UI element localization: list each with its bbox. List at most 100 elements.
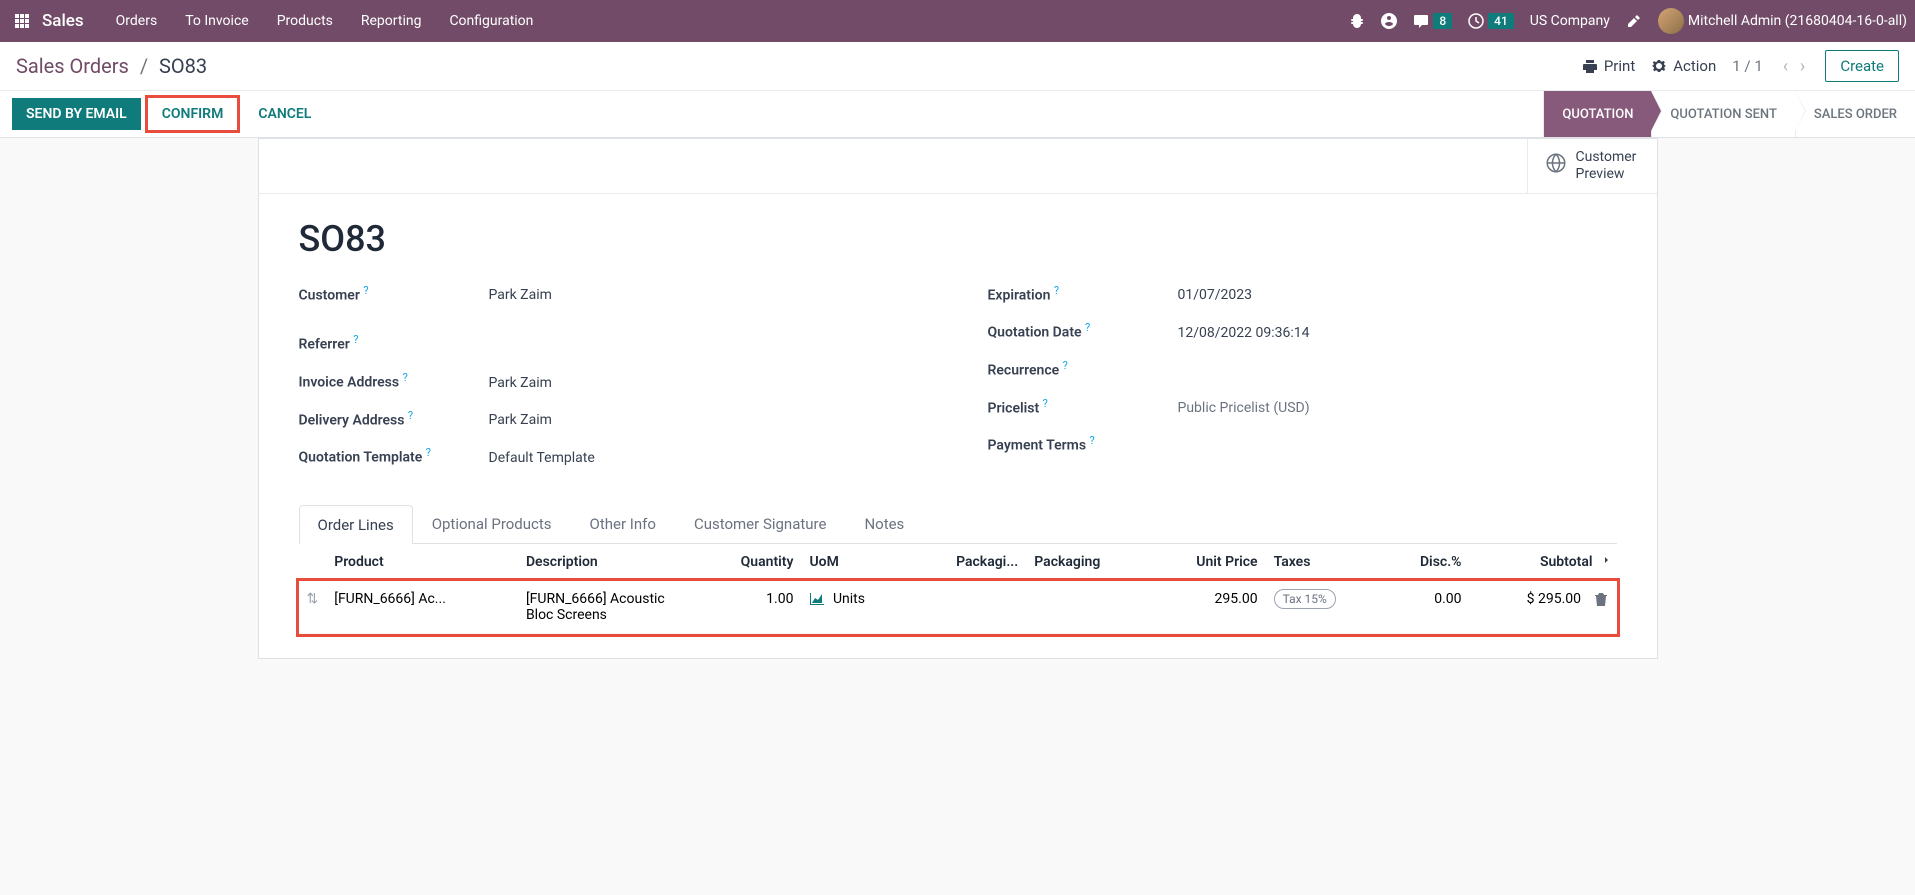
cell-subtotal[interactable]: $ 295.00 (1470, 581, 1617, 634)
messages-badge: 8 (1433, 13, 1452, 29)
value-pricelist[interactable]: Public Pricelist (USD) (1178, 400, 1310, 416)
label-pricelist: Pricelist (988, 400, 1040, 416)
company-switcher[interactable]: US Company (1530, 13, 1610, 29)
tab-optional-products[interactable]: Optional Products (413, 504, 571, 543)
cell-description[interactable]: [FURN_6666] Acoustic Bloc Screens (518, 581, 698, 634)
label-invoice-address: Invoice Address (299, 375, 400, 391)
tab-notes[interactable]: Notes (845, 504, 923, 543)
th-packaging-qty[interactable]: Packagi... (909, 544, 1026, 581)
value-customer[interactable]: Park Zaim (489, 287, 552, 303)
gear-icon (1651, 58, 1667, 74)
th-product[interactable]: Product (326, 544, 518, 581)
order-lines-table: Product Description Quantity UoM Packagi… (299, 544, 1617, 634)
help-icon[interactable]: ? (1085, 321, 1090, 334)
th-packaging[interactable]: Packaging (1026, 544, 1149, 581)
status-sales-order[interactable]: Sales Order (1795, 91, 1915, 137)
column-options-icon[interactable] (1593, 554, 1609, 570)
th-description[interactable]: Description (518, 544, 698, 581)
user-menu[interactable]: Mitchell Admin (21680404-16-0-all) (1658, 8, 1907, 34)
app-brand[interactable]: Sales (42, 11, 84, 31)
confirm-button[interactable]: Confirm (145, 95, 241, 133)
breadcrumb-sep: / (140, 54, 148, 78)
help-icon[interactable]: ? (1063, 359, 1068, 372)
action-button[interactable]: Action (1651, 57, 1716, 75)
tab-customer-signature[interactable]: Customer Signature (675, 504, 846, 543)
th-disc[interactable]: Disc.% (1383, 544, 1469, 581)
cell-uom[interactable]: Units (801, 581, 908, 634)
cell-packaging[interactable] (1026, 581, 1149, 634)
label-referrer: Referrer (299, 337, 350, 353)
cell-product[interactable]: [FURN_6666] Ac... (326, 581, 518, 634)
value-invoice-address[interactable]: Park Zaim (489, 375, 552, 391)
cell-taxes[interactable]: Tax 15% (1266, 581, 1383, 634)
help-icon[interactable]: ? (1054, 284, 1059, 297)
apps-menu-icon[interactable] (8, 7, 36, 35)
table-row[interactable]: ⇅ [FURN_6666] Ac... [FURN_6666] Acoustic… (299, 581, 1617, 634)
tabs: Order Lines Optional Products Other Info… (299, 504, 1617, 544)
label-quotation-date: Quotation Date (988, 325, 1082, 341)
status-quotation-sent[interactable]: Quotation Sent (1651, 91, 1794, 137)
globe-icon (1546, 153, 1566, 178)
action-label: Action (1673, 57, 1716, 75)
label-delivery-address: Delivery Address (299, 412, 405, 428)
status-quotation[interactable]: Quotation (1543, 91, 1651, 137)
create-button[interactable]: Create (1825, 50, 1899, 82)
value-quotation-template[interactable]: Default Template (489, 450, 595, 466)
pager-count[interactable]: 1 / 1 (1732, 57, 1763, 75)
support-icon[interactable] (1381, 13, 1397, 29)
print-button[interactable]: Print (1582, 57, 1635, 75)
value-delivery-address[interactable]: Park Zaim (489, 412, 552, 428)
breadcrumb: Sales Orders / SO83 (16, 54, 207, 78)
cell-unit-price[interactable]: 295.00 (1149, 581, 1265, 634)
label-recurrence: Recurrence (988, 363, 1060, 379)
th-uom[interactable]: UoM (801, 544, 908, 581)
help-icon[interactable]: ? (353, 333, 358, 346)
cell-packaging-qty[interactable] (909, 581, 1026, 634)
debug-icon[interactable] (1349, 13, 1365, 29)
help-icon[interactable]: ? (1043, 397, 1048, 410)
tools-icon[interactable] (1626, 13, 1642, 29)
cancel-button[interactable]: Cancel (244, 98, 325, 130)
form-sheet: Customer Preview SO83 Customer ? Park Za… (258, 138, 1658, 659)
help-icon[interactable]: ? (363, 284, 368, 297)
help-icon[interactable]: ? (403, 371, 408, 384)
nav-orders[interactable]: Orders (102, 0, 172, 42)
print-icon (1582, 58, 1598, 74)
label-quotation-template: Quotation Template (299, 450, 423, 466)
help-icon[interactable]: ? (1090, 434, 1095, 447)
th-unit-price[interactable]: Unit Price (1149, 544, 1265, 581)
nav-products[interactable]: Products (263, 0, 347, 42)
forecast-icon[interactable] (809, 591, 828, 607)
breadcrumb-current: SO83 (159, 54, 207, 78)
help-icon[interactable]: ? (426, 446, 431, 459)
top-navbar: Sales Orders To Invoice Products Reporti… (0, 0, 1915, 42)
delete-row-icon[interactable] (1593, 591, 1609, 607)
control-panel: Sales Orders / SO83 Print Action 1 / 1 ‹… (0, 42, 1915, 138)
nav-reporting[interactable]: Reporting (347, 0, 436, 42)
help-icon[interactable]: ? (408, 409, 413, 422)
cell-quantity[interactable]: 1.00 (698, 581, 801, 634)
send-email-button[interactable]: Send by Email (12, 98, 141, 130)
activities-icon[interactable]: 41 (1468, 13, 1514, 29)
cell-disc[interactable]: 0.00 (1383, 581, 1469, 634)
customer-preview-button[interactable]: Customer Preview (1527, 139, 1657, 193)
user-name: Mitchell Admin (21680404-16-0-all) (1688, 13, 1907, 29)
th-subtotal[interactable]: Subtotal (1470, 544, 1617, 581)
tab-other-info[interactable]: Other Info (571, 504, 675, 543)
th-taxes[interactable]: Taxes (1266, 544, 1383, 581)
nav-configuration[interactable]: Configuration (435, 0, 547, 42)
breadcrumb-root[interactable]: Sales Orders (16, 54, 129, 78)
drag-handle-icon[interactable]: ⇅ (299, 581, 327, 634)
tab-order-lines[interactable]: Order Lines (299, 505, 413, 544)
th-quantity[interactable]: Quantity (698, 544, 801, 581)
messages-icon[interactable]: 8 (1413, 13, 1452, 29)
value-expiration[interactable]: 01/07/2023 (1178, 287, 1253, 303)
nav-links: Orders To Invoice Products Reporting Con… (102, 0, 548, 42)
value-quotation-date[interactable]: 12/08/2022 09:36:14 (1178, 325, 1310, 341)
label-expiration: Expiration (988, 287, 1051, 303)
print-label: Print (1604, 57, 1635, 75)
pager-next-icon[interactable]: › (1796, 56, 1809, 77)
customer-preview-label: Customer Preview (1576, 149, 1637, 183)
nav-to-invoice[interactable]: To Invoice (171, 0, 263, 42)
pager-prev-icon[interactable]: ‹ (1779, 56, 1792, 77)
